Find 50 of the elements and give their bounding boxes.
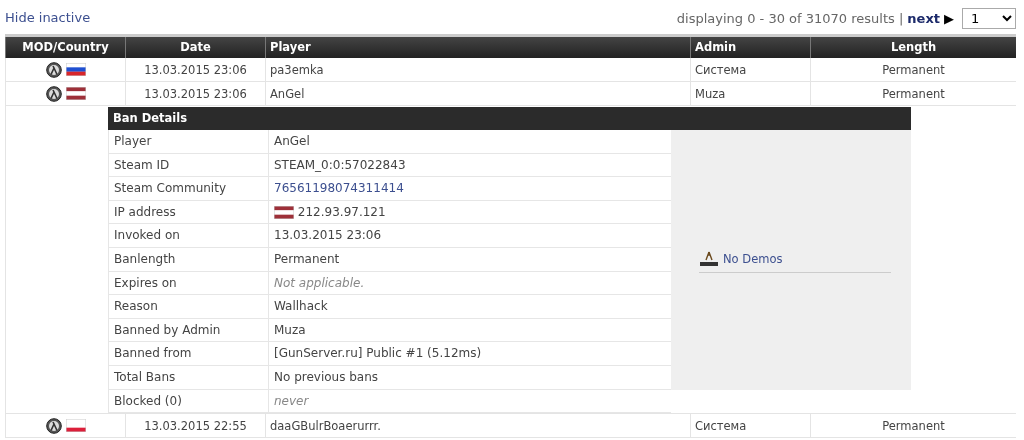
field-label: Steam Community xyxy=(108,177,268,201)
field-label: Banned by Admin xyxy=(108,318,268,343)
field-value: AnGel xyxy=(274,134,310,148)
field-value: No previous bans xyxy=(274,369,379,384)
field-label: Steam ID xyxy=(108,153,268,178)
field-label: Blocked (0) xyxy=(108,389,268,414)
date-cell: 13.03.2015 22:55 xyxy=(125,414,265,439)
field-label: Invoked on xyxy=(108,224,268,248)
page-select[interactable]: 1 xyxy=(962,8,1016,29)
player-cell[interactable]: AnGel xyxy=(265,82,690,106)
field-value: Permanent xyxy=(274,251,340,266)
admin-cell: Система xyxy=(690,58,810,82)
field-value: 13.03.2015 23:06 xyxy=(274,228,382,243)
next-link[interactable]: next xyxy=(907,8,940,29)
steam-community-link[interactable]: 76561198074311414 xyxy=(274,181,404,196)
field-label: Player xyxy=(108,130,268,154)
game-mod-icon xyxy=(45,85,62,102)
demo-icon xyxy=(699,251,719,268)
date-cell: 13.03.2015 23:06 xyxy=(125,58,265,82)
game-mod-icon xyxy=(45,61,62,78)
field-value: Wallhack xyxy=(274,299,328,314)
field-label: Reason xyxy=(108,295,268,319)
player-cell[interactable]: daaGBulrBoaerurrr. xyxy=(265,414,690,439)
field-label: Banned from xyxy=(108,342,268,366)
admin-cell: Система xyxy=(690,414,810,439)
game-mod-icon xyxy=(45,417,62,434)
field-value: STEAM_0:0:57022843 xyxy=(274,157,406,172)
admin-cell: Muza xyxy=(690,82,810,106)
column-header: MOD/Country xyxy=(5,37,125,58)
column-header: Admin xyxy=(690,37,810,58)
next-arrow-icon[interactable]: ▶ xyxy=(944,8,954,29)
field-value: Muza xyxy=(274,322,306,337)
player-cell[interactable]: pa3emka xyxy=(265,58,690,82)
field-label: Banlength xyxy=(108,247,268,272)
field-value: 212.93.97.121 xyxy=(297,204,386,219)
field-value: [GunServer.ru] Public #1 (5.12ms) xyxy=(274,346,482,361)
column-header: Length xyxy=(810,37,1016,58)
field-label: IP address xyxy=(108,200,268,225)
column-header: Player xyxy=(265,37,690,58)
field-label: Total Bans xyxy=(108,365,268,390)
length-cell: Permanent xyxy=(810,414,1016,439)
details-title: Ban Details xyxy=(108,107,911,130)
field-value: never xyxy=(274,393,309,408)
field-label: Expires on xyxy=(108,271,268,296)
date-cell: 13.03.2015 23:06 xyxy=(125,82,265,106)
results-summary: displaying 0 - 30 of 31070 results | xyxy=(676,9,904,28)
no-demos-link[interactable]: No Demos xyxy=(723,250,783,268)
length-cell: Permanent xyxy=(810,58,1016,82)
column-header: Date xyxy=(125,37,265,58)
length-cell: Permanent xyxy=(810,82,1016,106)
